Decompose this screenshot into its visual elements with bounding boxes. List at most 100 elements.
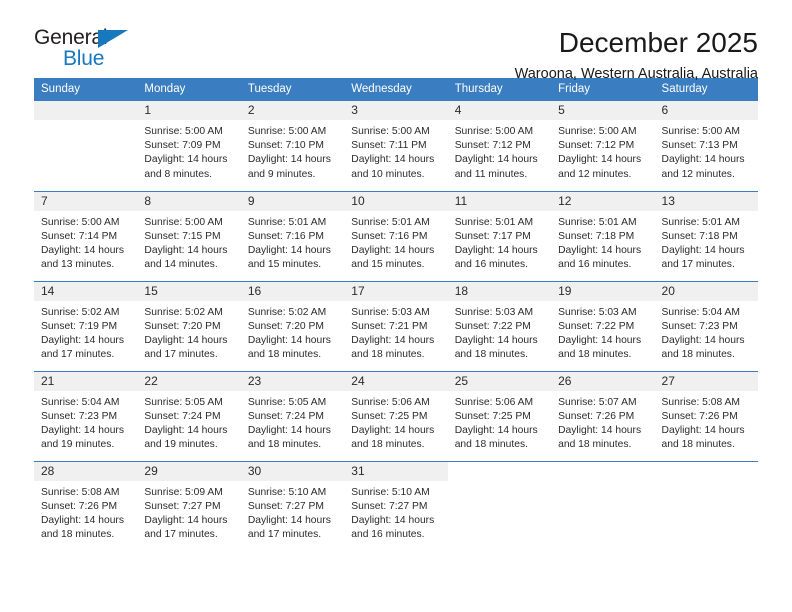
calendar-day-cell[interactable]: 28 Sunrise: 5:08 AM Sunset: 7:26 PM Dayligh… xyxy=(34,460,138,551)
day-details: Sunrise: 5:05 AM Sunset: 7:24 PM Daylight:… xyxy=(241,391,344,453)
calendar-week-row: 21 Sunrise: 5:04 AM Sunset: 7:23 PM Dayligh… xyxy=(34,370,758,461)
daylight-line1-text: Daylight: 14 hours xyxy=(661,154,745,166)
sunset-text: Sunset: 7:11 PM xyxy=(351,140,427,152)
daylight-line2-text: and 16 minutes. xyxy=(454,259,528,271)
sunset-text: Sunset: 7:23 PM xyxy=(661,320,738,332)
day-number: 10 xyxy=(344,191,448,211)
sunrise-text: Sunrise: 5:01 AM xyxy=(454,216,534,228)
daylight-line1-text: Daylight: 14 hours xyxy=(351,424,435,436)
calendar-day-cell[interactable]: 18 Sunrise: 5:03 AM Sunset: 7:22 PM Dayligh… xyxy=(447,280,552,371)
sunset-text: Sunset: 7:18 PM xyxy=(661,230,738,242)
calendar-day-cell[interactable]: 23 Sunrise: 5:05 AM Sunset: 7:24 PM Dayligh… xyxy=(240,370,345,461)
calendar-day-cell[interactable]: 7 Sunrise: 5:00 AM Sunset: 7:14 PM Daylight… xyxy=(34,190,138,281)
sunrise-text: Sunrise: 5:00 AM xyxy=(661,126,740,137)
day-details: Sunrise: 5:00 AM Sunset: 7:12 PM Daylight:… xyxy=(448,120,551,182)
day-details: Sunrise: 5:08 AM Sunset: 7:26 PM Daylight:… xyxy=(34,481,137,543)
calendar-day-cell[interactable]: 19 Sunrise: 5:03 AM Sunset: 7:22 PM Dayligh… xyxy=(551,280,655,371)
calendar-day-cell[interactable]: 2 Sunrise: 5:00 AM Sunset: 7:10 PM Daylight… xyxy=(240,101,345,191)
calendar-day-cell[interactable]: 9 Sunrise: 5:01 AM Sunset: 7:16 PM Daylight… xyxy=(240,190,345,281)
sunrise-text: Sunrise: 5:03 AM xyxy=(351,306,430,318)
daylight-line2-text: and 17 minutes. xyxy=(144,529,218,541)
calendar-day-cell[interactable]: 17 Sunrise: 5:03 AM Sunset: 7:21 PM Dayligh… xyxy=(344,280,448,371)
calendar-day-cell[interactable]: 30 Sunrise: 5:10 AM Sunset: 7:27 PM Dayligh… xyxy=(240,460,345,551)
sunset-text: Sunset: 7:17 PM xyxy=(454,230,531,242)
calendar-day-cell[interactable]: 1 Sunrise: 5:00 AM Sunset: 7:09 PM Daylight… xyxy=(137,101,241,191)
day-number: 26 xyxy=(551,371,655,391)
daylight-line2-text: and 9 minutes. xyxy=(247,168,316,180)
calendar-page: General Blue December 2025 Waroona, West… xyxy=(0,0,792,612)
day-number: 28 xyxy=(34,461,138,481)
day-number: 22 xyxy=(137,371,241,391)
daylight-line2-text: and 18 minutes. xyxy=(351,439,425,451)
calendar-day-cell[interactable]: 8 Sunrise: 5:00 AM Sunset: 7:15 PM Daylight… xyxy=(137,190,241,281)
daylight-line1-text: Daylight: 14 hours xyxy=(41,514,124,526)
calendar-week-row: 14 Sunrise: 5:02 AM Sunset: 7:19 PM Dayligh… xyxy=(34,280,758,371)
sunrise-text: Sunrise: 5:00 AM xyxy=(144,126,223,137)
calendar-day-cell[interactable]: 13 Sunrise: 5:01 AM Sunset: 7:18 PM Dayligh… xyxy=(654,190,758,281)
sunrise-text: Sunrise: 5:06 AM xyxy=(351,396,430,408)
calendar-day-cell[interactable]: 5 Sunrise: 5:00 AM Sunset: 7:12 PM Daylight… xyxy=(551,101,655,191)
day-number: 8 xyxy=(137,191,241,211)
day-number: 3 xyxy=(344,101,448,120)
general-blue-logo[interactable]: General Blue xyxy=(34,26,164,78)
day-details: Sunrise: 5:02 AM Sunset: 7:19 PM Daylight:… xyxy=(34,301,137,363)
sunset-text: Sunset: 7:12 PM xyxy=(558,140,635,152)
day-details: Sunrise: 5:10 AM Sunset: 7:27 PM Daylight:… xyxy=(241,481,344,543)
daylight-line1-text: Daylight: 14 hours xyxy=(351,154,435,166)
daylight-line1-text: Daylight: 14 hours xyxy=(247,424,331,436)
daylight-line1-text: Daylight: 14 hours xyxy=(661,244,745,256)
sunset-text: Sunset: 7:19 PM xyxy=(41,320,118,332)
sunrise-text: Sunrise: 5:10 AM xyxy=(247,486,327,498)
calendar-day-cell[interactable]: 26 Sunrise: 5:07 AM Sunset: 7:26 PM Dayligh… xyxy=(551,370,655,461)
calendar-day-cell[interactable]: 14 Sunrise: 5:02 AM Sunset: 7:19 PM Dayligh… xyxy=(34,280,138,371)
sunset-text: Sunset: 7:13 PM xyxy=(661,140,738,152)
weekday-header-tuesday: Tuesday xyxy=(240,78,345,101)
calendar-day-cell[interactable]: 31 Sunrise: 5:10 AM Sunset: 7:27 PM Dayligh… xyxy=(344,460,448,551)
daylight-line2-text: and 18 minutes. xyxy=(454,439,528,451)
sunset-text: Sunset: 7:18 PM xyxy=(558,230,635,242)
daylight-line2-text: and 19 minutes. xyxy=(144,439,218,451)
sunrise-text: Sunrise: 5:01 AM xyxy=(558,216,637,228)
page-title: December 2025 xyxy=(558,27,758,58)
day-details: Sunrise: 5:06 AM Sunset: 7:25 PM Daylight:… xyxy=(448,391,551,453)
day-details: Sunrise: 5:06 AM Sunset: 7:25 PM Daylight:… xyxy=(344,391,447,453)
calendar-day-cell[interactable]: 29 Sunrise: 5:09 AM Sunset: 7:27 PM Dayligh… xyxy=(137,460,241,551)
daylight-line2-text: and 17 minutes. xyxy=(661,259,735,271)
day-details: Sunrise: 5:01 AM Sunset: 7:17 PM Daylight:… xyxy=(448,211,551,273)
calendar-day-cell[interactable]: 15 Sunrise: 5:02 AM Sunset: 7:20 PM Dayligh… xyxy=(137,280,241,371)
day-number: 13 xyxy=(654,191,758,211)
daylight-line1-text: Daylight: 14 hours xyxy=(247,514,331,526)
day-details: Sunrise: 5:00 AM Sunset: 7:15 PM Daylight:… xyxy=(137,211,240,273)
daylight-line2-text: and 18 minutes. xyxy=(41,529,115,541)
calendar-day-cell[interactable]: 20 Sunrise: 5:04 AM Sunset: 7:23 PM Dayligh… xyxy=(654,280,758,371)
sunrise-text: Sunrise: 5:03 AM xyxy=(558,306,637,318)
sunset-text: Sunset: 7:26 PM xyxy=(41,500,118,512)
calendar-day-cell[interactable]: 22 Sunrise: 5:05 AM Sunset: 7:24 PM Dayligh… xyxy=(137,370,241,461)
calendar-day-cell[interactable]: 6 Sunrise: 5:00 AM Sunset: 7:13 PM Daylight… xyxy=(654,101,758,191)
calendar-day-cell[interactable]: 21 Sunrise: 5:04 AM Sunset: 7:23 PM Dayligh… xyxy=(34,370,138,461)
day-number: 19 xyxy=(551,281,655,301)
calendar-day-cell[interactable]: 12 Sunrise: 5:01 AM Sunset: 7:18 PM Dayligh… xyxy=(551,190,655,281)
day-number: 27 xyxy=(654,371,758,391)
daylight-line2-text: and 13 minutes. xyxy=(41,259,115,271)
sunset-text: Sunset: 7:12 PM xyxy=(454,140,531,152)
day-details: Sunrise: 5:01 AM Sunset: 7:18 PM Daylight:… xyxy=(551,211,654,273)
daylight-line2-text: and 18 minutes. xyxy=(247,439,322,451)
calendar-day-cell[interactable]: 25 Sunrise: 5:06 AM Sunset: 7:25 PM Dayligh… xyxy=(447,370,552,461)
daylight-line1-text: Daylight: 14 hours xyxy=(41,244,124,256)
day-details: Sunrise: 5:00 AM Sunset: 7:12 PM Daylight:… xyxy=(551,120,654,182)
daylight-line1-text: Daylight: 14 hours xyxy=(454,424,538,436)
calendar-day-cell[interactable]: 10 Sunrise: 5:01 AM Sunset: 7:16 PM Dayligh… xyxy=(344,190,448,281)
daylight-line1-text: Daylight: 14 hours xyxy=(41,424,124,436)
calendar-day-cell[interactable]: 16 Sunrise: 5:02 AM Sunset: 7:20 PM Dayligh… xyxy=(240,280,345,371)
sunrise-text: Sunrise: 5:07 AM xyxy=(558,396,637,408)
daylight-line1-text: Daylight: 14 hours xyxy=(144,424,228,436)
calendar-day-cell[interactable]: 4 Sunrise: 5:00 AM Sunset: 7:12 PM Daylight… xyxy=(447,101,552,191)
logo-triangle-icon xyxy=(98,30,128,48)
calendar-day-cell[interactable]: 11 Sunrise: 5:01 AM Sunset: 7:17 PM Dayligh… xyxy=(447,190,552,281)
calendar-day-cell[interactable]: 24 Sunrise: 5:06 AM Sunset: 7:25 PM Dayligh… xyxy=(344,370,448,461)
calendar-day-cell-empty xyxy=(654,460,758,551)
calendar-day-cell[interactable]: 3 Sunrise: 5:00 AM Sunset: 7:11 PM Daylight… xyxy=(344,101,448,191)
calendar-day-cell[interactable]: 27 Sunrise: 5:08 AM Sunset: 7:26 PM Dayligh… xyxy=(654,370,758,461)
daylight-line2-text: and 17 minutes. xyxy=(247,529,322,541)
